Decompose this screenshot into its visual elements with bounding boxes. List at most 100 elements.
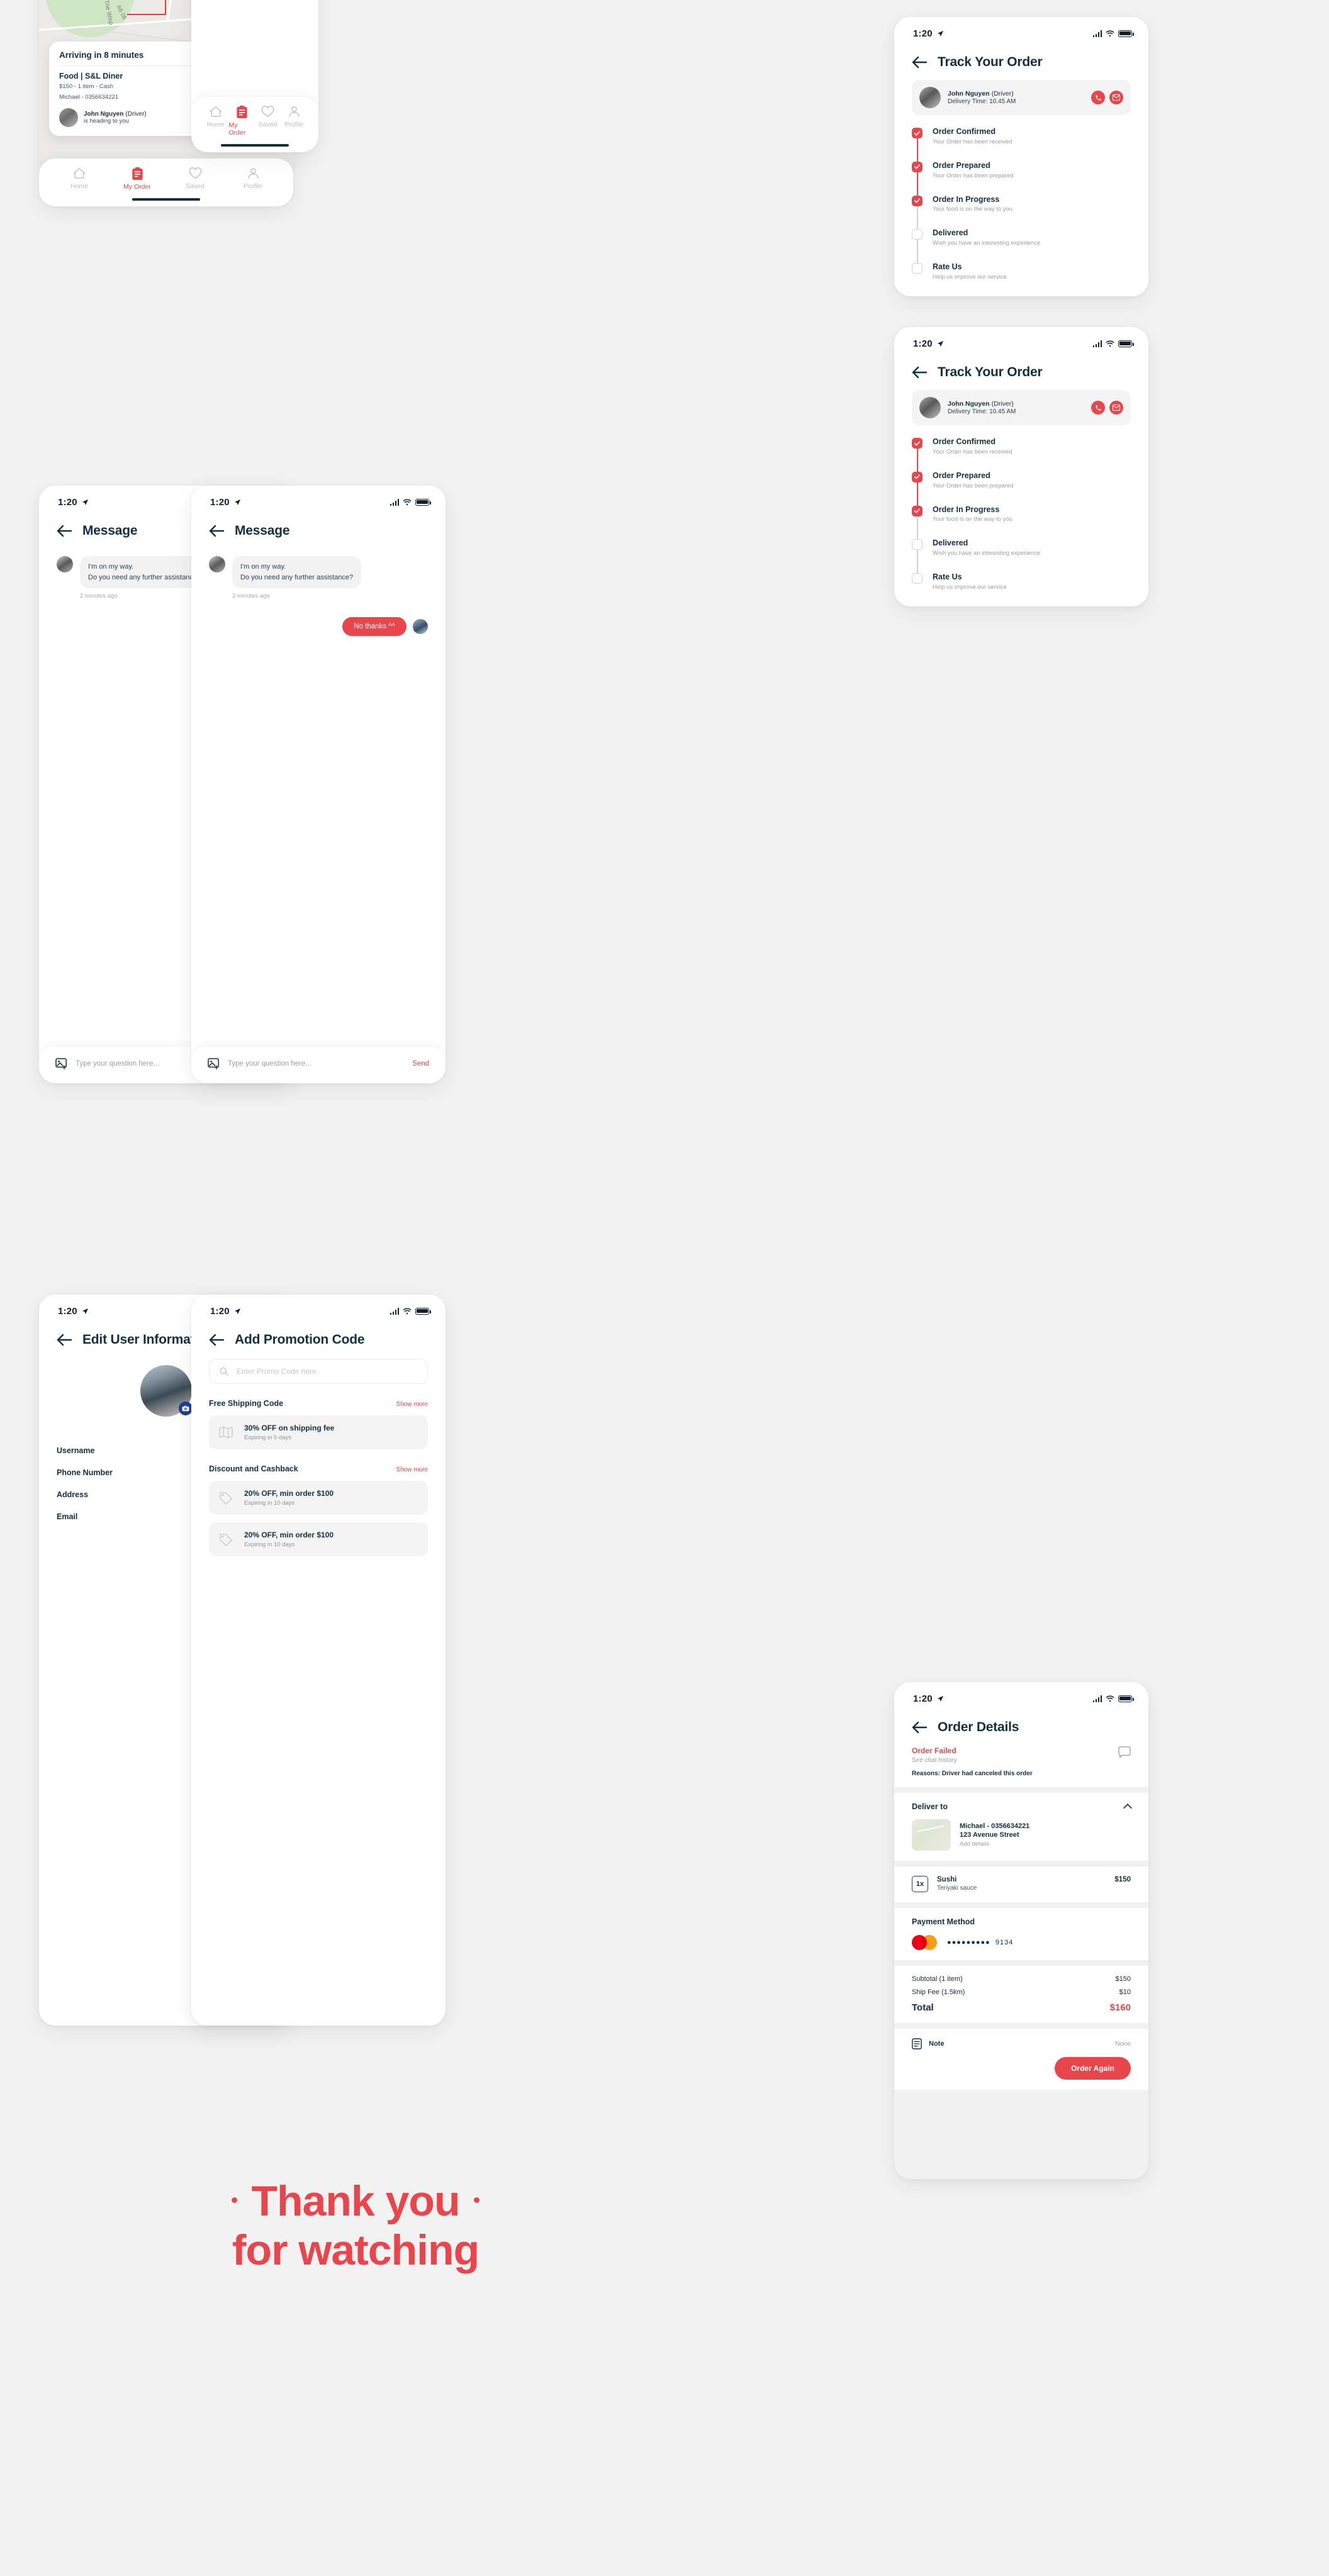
tab-profile[interactable]: Profile (281, 106, 308, 137)
driver-name: John Nguyen (Driver) (948, 400, 1014, 408)
back-arrow-icon[interactable] (57, 525, 72, 537)
page-title: Message (82, 523, 138, 538)
add-image-icon[interactable] (208, 1058, 220, 1069)
page-title: Message (235, 523, 290, 538)
promo-item[interactable]: 30% OFF on shipping fee Expiring in 5 da… (209, 1415, 428, 1449)
wifi-icon (1106, 340, 1114, 347)
promo-expiry: Expiring in 5 days (244, 1434, 291, 1441)
promo-item[interactable]: 20% OFF, min order $100 Expiring in 10 d… (209, 1481, 428, 1515)
progress-step: Order In Progress Your food is on the wa… (912, 505, 1131, 540)
location-arrow-icon (234, 1308, 240, 1314)
tab-home[interactable]: Home (203, 106, 229, 137)
sender-avatar (57, 556, 73, 572)
add-details-link[interactable]: Add details (960, 1841, 1029, 1848)
chat-bubble-icon[interactable] (1118, 1746, 1131, 1758)
location-arrow-icon (937, 1695, 943, 1702)
promo-title: 20% OFF, min order $100 (244, 1489, 334, 1498)
home-icon (73, 167, 86, 179)
tab-saved[interactable]: Saved (166, 167, 224, 191)
check-icon (914, 164, 920, 169)
location-arrow-icon (937, 30, 943, 36)
promo-search-box[interactable]: Enter Promo Code here (209, 1359, 428, 1384)
map-road (166, 0, 181, 21)
thanks-line-2: for watching (232, 2226, 479, 2275)
map-label-road2: A6 06 (115, 4, 128, 21)
tab-label: Home (70, 182, 88, 190)
message-driver-button[interactable] (1109, 401, 1123, 415)
tab-my-order[interactable]: My Order (229, 105, 255, 137)
step-checkbox-checked (912, 471, 922, 482)
check-icon (914, 508, 920, 513)
nav-row: Track Your Order (894, 351, 1148, 380)
order-again-button[interactable]: Order Again (1055, 2057, 1131, 2080)
note-section: Note None Order Again (894, 2029, 1148, 2090)
clipboard-icon (237, 105, 247, 118)
order-summary-section: Subtotal (1 item) $150 Ship Fee (1.5km) … (894, 1966, 1148, 2023)
address-map-thumbnail[interactable] (912, 1819, 951, 1851)
send-button[interactable]: Send (412, 1060, 429, 1068)
add-image-icon[interactable] (55, 1058, 68, 1069)
status-bar: 1:20 (191, 1295, 446, 1319)
signal-icon (1092, 1695, 1102, 1702)
step-title: Order In Progress (933, 505, 1000, 514)
promo-item[interactable]: 20% OFF, min order $100 Expiring in 10 d… (209, 1522, 428, 1556)
location-arrow-icon (82, 499, 88, 505)
tab-home[interactable]: Home (50, 167, 108, 191)
call-driver-button[interactable] (1091, 401, 1105, 415)
progress-step: Rate Us Help us improve our service (912, 572, 1131, 591)
check-icon (914, 131, 920, 135)
call-driver-button[interactable] (1091, 91, 1105, 104)
my-orders-screen: Sweet Soup 20/03/2020 $150 - 1 item - Ca… (191, 0, 318, 152)
chevron-up-icon[interactable] (1123, 1803, 1133, 1813)
step-subtitle: Your Order has been received (933, 138, 1012, 145)
battery-icon (1118, 340, 1134, 347)
battery-icon (415, 498, 431, 506)
tab-label: Saved (258, 120, 278, 128)
map-icon (219, 1426, 233, 1439)
heart-icon (189, 167, 201, 179)
promo-code-input[interactable]: Enter Promo Code here (237, 1367, 317, 1376)
total-value: $160 (1109, 2002, 1131, 2013)
step-checkbox-checked (912, 195, 922, 206)
envelope-icon (1113, 404, 1120, 411)
tab-profile[interactable]: Profile (224, 167, 282, 191)
message-screen-with-reply: 1:20 Message I'm on my way. Do you need (191, 486, 446, 1083)
step-title: Order Confirmed (933, 127, 996, 136)
chat-history-link[interactable]: See chat history (912, 1757, 957, 1764)
status-bar: 1:20 (191, 486, 446, 510)
step-subtitle: Your Order has been prepared (933, 172, 1014, 179)
back-arrow-icon[interactable] (912, 366, 927, 379)
show-more-link[interactable]: Show more (396, 1401, 428, 1408)
recipient-name-phone: Michael - 0356634221 (960, 1822, 1030, 1830)
avatar[interactable] (140, 1365, 193, 1417)
status-time: 1:20 (58, 496, 77, 508)
nav-row: Message (191, 510, 446, 538)
step-subtitle: Your Order has been prepared (933, 482, 1014, 489)
show-more-link[interactable]: Show more (396, 1466, 428, 1473)
thanks-line-1: Thank you (0, 2177, 711, 2226)
change-photo-button[interactable] (179, 1402, 193, 1415)
progress-step: Order In Progress Your food is on the wa… (912, 195, 1131, 230)
driver-info-card[interactable]: John Nguyen (Driver) Delivery Time: 10.4… (912, 390, 1131, 425)
phone-icon (1095, 94, 1101, 101)
message-timestamp: 2 minutes ago (232, 593, 270, 599)
back-arrow-icon[interactable] (209, 525, 224, 537)
driver-info-card[interactable]: John Nguyen (Driver) Delivery Time: 10.4… (912, 80, 1131, 115)
tab-my-order[interactable]: My Order (108, 167, 166, 191)
tab-saved[interactable]: Saved (255, 105, 281, 137)
back-arrow-icon[interactable] (912, 56, 927, 69)
back-arrow-icon[interactable] (912, 1721, 927, 1734)
message-driver-button[interactable] (1109, 91, 1123, 104)
back-arrow-icon[interactable] (209, 1334, 224, 1346)
delivery-time: Delivery Time: 10.45 AM (948, 408, 1016, 415)
map-label-road1: The Wisp (102, 0, 115, 26)
message-input[interactable]: Type your question here... (228, 1060, 405, 1068)
section-title: Discount and Cashback (209, 1464, 298, 1473)
bottom-tab-bar: Home My Order Saved Profile (191, 96, 318, 152)
section-free-shipping: Free Shipping Code Show more (209, 1399, 428, 1408)
thank-you-footer: Thank you for watching (0, 2177, 711, 2275)
page-title: Track Your Order (938, 365, 1043, 379)
back-arrow-icon[interactable] (57, 1334, 72, 1346)
heart-icon (261, 105, 274, 117)
step-checkbox-empty (912, 263, 922, 274)
